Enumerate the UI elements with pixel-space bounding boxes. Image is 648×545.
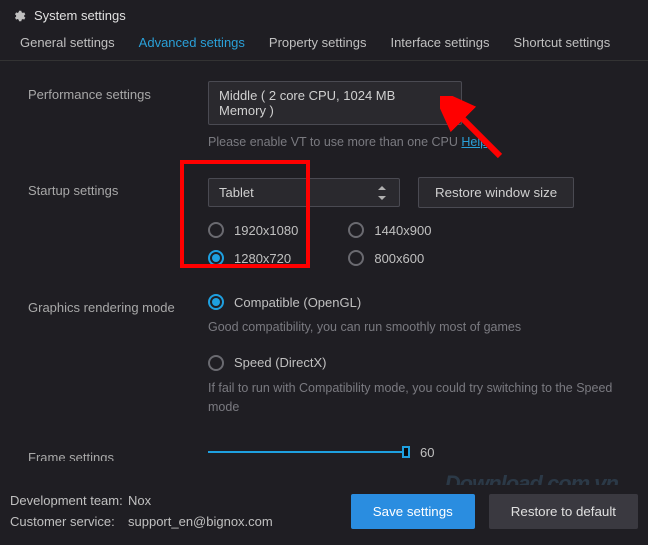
graphics-label: Graphics rendering mode <box>28 294 208 315</box>
customer-service-label: Customer service: <box>10 514 128 529</box>
fps-slider[interactable] <box>208 444 408 460</box>
save-settings-button[interactable]: Save settings <box>351 494 475 529</box>
tab-general[interactable]: General settings <box>20 35 115 50</box>
performance-label: Performance settings <box>28 81 208 102</box>
radio-icon <box>208 355 224 371</box>
rendering-speed[interactable]: Speed (DirectX) <box>208 355 628 371</box>
tabs: General settings Advanced settings Prope… <box>0 27 648 61</box>
radio-icon <box>208 250 224 266</box>
titlebar: System settings <box>0 0 648 27</box>
frame-label: Frame settings <box>28 444 208 461</box>
speed-hint: If fail to run with Compatibility mode, … <box>208 379 628 417</box>
radio-icon <box>348 222 364 238</box>
radio-icon <box>348 250 364 266</box>
performance-hint: Please enable VT to use more than one CP… <box>208 135 628 149</box>
startup-select[interactable]: Tablet <box>208 178 400 207</box>
performance-select[interactable]: Middle ( 2 core CPU, 1024 MB Memory ) <box>208 81 462 125</box>
resolution-800[interactable]: 800x600 <box>348 250 431 266</box>
tab-advanced[interactable]: Advanced settings <box>139 35 245 50</box>
tab-shortcut[interactable]: Shortcut settings <box>513 35 610 50</box>
restore-default-button[interactable]: Restore to default <box>489 494 638 529</box>
window-title: System settings <box>34 8 126 23</box>
resolution-1280[interactable]: 1280x720 <box>208 250 298 266</box>
radio-icon <box>208 222 224 238</box>
dev-team-value: Nox <box>128 493 151 508</box>
radio-icon <box>208 294 224 310</box>
vt-help-link[interactable]: Help <box>461 135 487 149</box>
dev-team-label: Development team: <box>10 493 128 508</box>
rendering-compatible[interactable]: Compatible (OpenGL) <box>208 294 628 310</box>
fps-value: 60 <box>420 445 434 460</box>
chevron-updown-icon <box>440 96 451 110</box>
compatible-hint: Good compatibility, you can run smoothly… <box>208 318 628 337</box>
startup-selected: Tablet <box>219 185 254 200</box>
resolution-1440[interactable]: 1440x900 <box>348 222 431 238</box>
restore-window-size-button[interactable]: Restore window size <box>418 177 574 208</box>
gear-icon <box>12 9 26 23</box>
resolution-1920[interactable]: 1920x1080 <box>208 222 298 238</box>
customer-service-value: support_en@bignox.com <box>128 514 273 529</box>
chevron-updown-icon <box>377 186 389 200</box>
startup-label: Startup settings <box>28 177 208 198</box>
content: Performance settings Middle ( 2 core CPU… <box>0 61 648 461</box>
footer: Development team: Nox Customer service: … <box>0 485 648 545</box>
tab-interface[interactable]: Interface settings <box>390 35 489 50</box>
tab-property[interactable]: Property settings <box>269 35 367 50</box>
performance-selected: Middle ( 2 core CPU, 1024 MB Memory ) <box>219 88 440 118</box>
